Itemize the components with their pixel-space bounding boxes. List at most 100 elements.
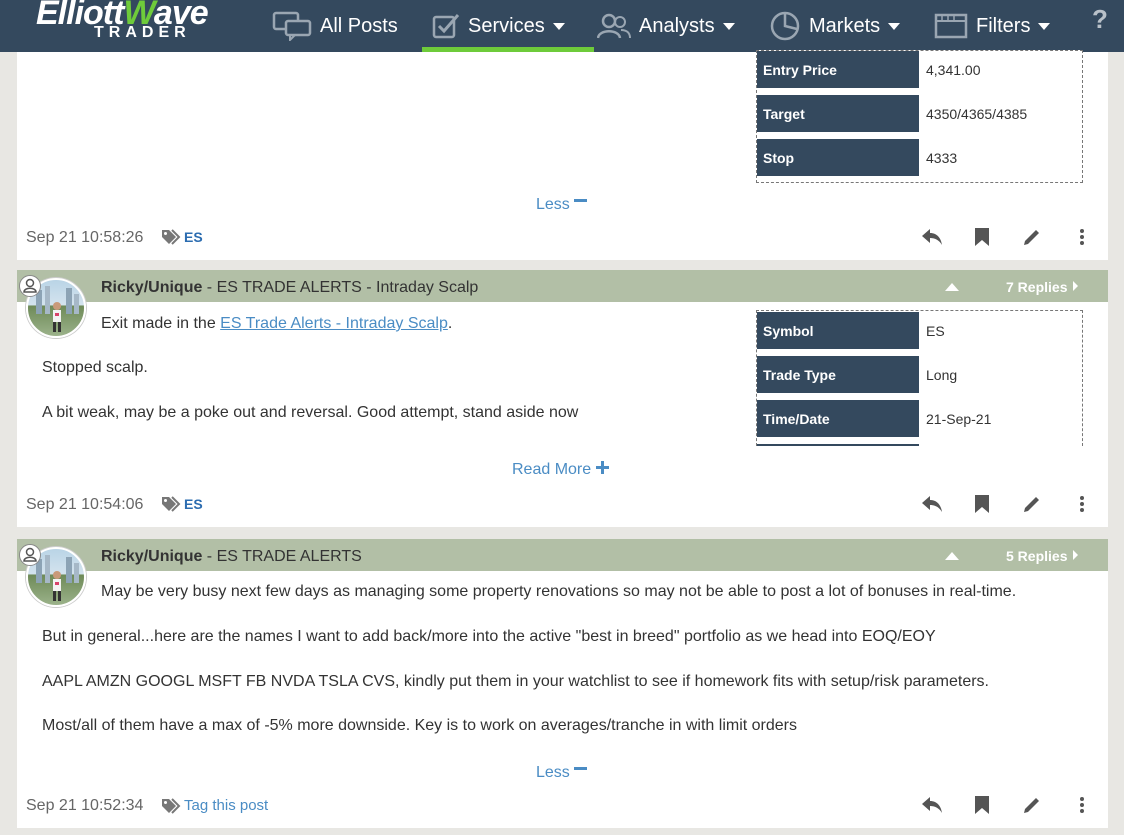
reply-button[interactable] [907,793,957,817]
tags-icon [162,229,181,245]
nav-filters[interactable]: Filters [934,0,1051,52]
trade-key: Trade Type [757,356,919,393]
user-icon [23,278,37,293]
nav-analysts-label: Analysts [639,14,715,37]
more-vertical-icon [1080,797,1084,813]
post-actions [907,793,1107,817]
post-body-line: May be very busy next few days as managi… [101,583,1017,600]
exit-prefix: Exit made in the [101,315,221,332]
caret-right-icon [1073,550,1079,560]
reply-icon [922,797,942,813]
post-header: Ricky/Unique - ES TRADE ALERTS 5 Replies [17,539,1108,571]
post-timestamp: Sep 21 10:54:06 [26,496,144,513]
trade-value: 21-Sep-21 [926,411,992,427]
more-options-button[interactable] [1057,492,1107,516]
pencil-icon [1024,497,1039,512]
tag-this-post-label: Tag this post [184,797,269,814]
plus-icon [595,461,609,474]
reply-icon [922,496,942,512]
less-toggle[interactable]: Less [536,194,588,214]
tag-label: ES [184,496,203,512]
checkbox-icon [432,14,460,39]
chat-bubbles-icon [272,11,312,41]
user-badge-icon [19,275,41,297]
nav-services-label: Services [468,14,545,37]
read-more-toggle[interactable]: Read More [512,461,610,479]
bookmark-button[interactable] [957,492,1007,516]
trade-alerts-link[interactable]: ES Trade Alerts - Intraday Scalp [220,315,448,332]
trade-details-table: Entry Price 4,341.00 Target 4350/4365/43… [756,50,1083,183]
post-card-3: Ricky/Unique - ES TRADE ALERTS 5 Replies… [17,539,1108,828]
elliottwave-logo[interactable]: ElliottWave TRADER [36,0,226,46]
author-name[interactable]: Ricky/Unique [101,279,202,296]
reply-button[interactable] [907,492,957,516]
post-actions [907,225,1107,249]
bookmark-icon [975,495,989,513]
trade-value: Long [926,367,958,383]
collapse-up-icon[interactable] [945,552,959,560]
trade-details-table: Symbol ES Trade Type Long Time/Date 21-S… [756,310,1083,446]
chevron-down-icon [722,22,735,30]
help-icon[interactable]: ? [1092,4,1108,35]
more-vertical-icon [1080,496,1084,512]
post-tag[interactable]: ES [161,229,203,245]
nav-analysts[interactable]: Analysts [597,0,735,52]
post-timestamp: Sep 21 10:58:26 [26,229,144,246]
nav-all-posts-label: All Posts [320,14,398,37]
replies-label: 5 Replies [1006,548,1068,564]
bookmark-button[interactable] [957,225,1007,249]
post-body-line: But in general...here are the names I wa… [42,628,936,645]
less-label: Less [536,764,570,781]
edit-button[interactable] [1007,492,1057,516]
chevron-down-icon [888,22,901,30]
less-toggle[interactable]: Less [536,762,588,782]
replies-label: 7 Replies [1006,279,1068,295]
post-tag[interactable]: ES [161,496,203,512]
post-body-line: A bit weak, may be a poke out and revers… [42,404,579,421]
trade-row: Time/Date 21-Sep-21 [757,400,1082,437]
trade-key: Symbol [757,312,919,349]
author-name[interactable]: Ricky/Unique [101,548,202,565]
post-body-line: Most/all of them have a max of -5% more … [42,717,797,734]
user-badge-icon [19,544,41,566]
post-header-title: Ricky/Unique - ES TRADE ALERTS [101,548,362,566]
post-card-2: Ricky/Unique - ES TRADE ALERTS - Intrada… [17,270,1108,527]
replies-count[interactable]: 7 Replies [1006,279,1079,295]
exit-suffix: . [447,315,453,332]
post-body-line: Stopped scalp. [42,359,148,376]
pencil-icon [1024,230,1039,245]
pie-chart-icon [770,11,800,41]
trade-row: Trade Type Long [757,356,1082,393]
post-channel: - ES TRADE ALERTS - Intraday Scalp [202,279,479,296]
tags-icon [162,496,181,512]
more-options-button[interactable] [1057,225,1107,249]
users-icon [597,13,631,39]
nav-filters-label: Filters [976,14,1031,37]
exit-notice: Exit made in the ES Trade Alerts - Intra… [101,314,452,334]
nav-all-posts[interactable]: All Posts [272,0,398,52]
replies-count[interactable]: 5 Replies [1006,548,1079,564]
post-body-line: AAPL AMZN GOOGL MSFT FB NVDA TSLA CVS, k… [42,673,989,690]
edit-button[interactable] [1007,225,1057,249]
more-vertical-icon [1080,229,1084,245]
trade-key [757,444,919,446]
collapse-up-icon[interactable] [945,283,959,291]
tag-this-post[interactable]: Tag this post [161,797,268,814]
read-more-label: Read More [512,461,592,478]
more-options-button[interactable] [1057,793,1107,817]
logo-subtitle: TRADER [94,24,191,41]
nav-markets[interactable]: Markets [769,0,901,52]
reply-button[interactable] [907,225,957,249]
edit-button[interactable] [1007,793,1057,817]
pencil-icon [1024,798,1039,813]
bookmark-button[interactable] [957,793,1007,817]
trade-key: Time/Date [757,400,919,437]
minus-icon [574,199,588,202]
trade-row: Entry Price 4,341.00 [757,51,1082,88]
tags-icon [162,797,181,814]
less-label: Less [536,196,570,213]
trade-value: 4333 [926,150,958,166]
post-card-1: Entry Price 4,341.00 Target 4350/4365/43… [17,50,1108,260]
nav-services[interactable]: Services [432,0,565,52]
trade-row: Symbol ES [757,312,1082,349]
